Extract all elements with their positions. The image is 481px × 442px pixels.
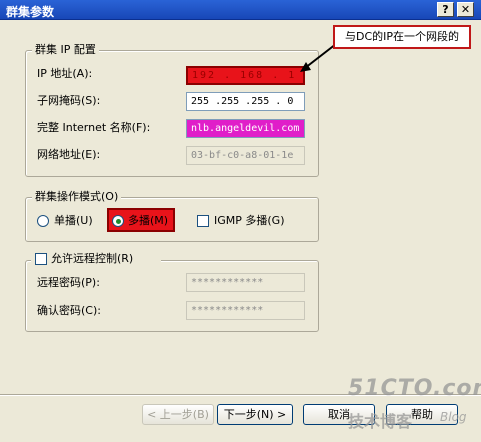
watermark-logo: 51CTO.com bbox=[348, 376, 481, 401]
watermark-blog: Blog bbox=[440, 410, 467, 424]
annotation-callout: 与DC的IP在一个网段的 bbox=[333, 25, 471, 49]
watermark-subtitle: 技术博客 bbox=[348, 412, 413, 431]
